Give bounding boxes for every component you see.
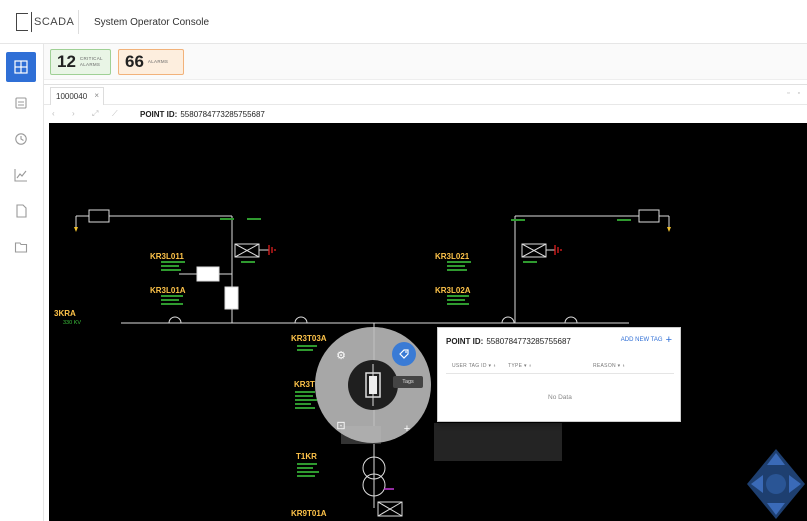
tags-tooltip: Tags <box>393 376 423 388</box>
sidebar-item-documents[interactable] <box>6 196 36 226</box>
settings-gear-icon[interactable]: ⚙ <box>333 347 349 363</box>
back-arrow-icon[interactable]: ‹ <box>52 109 55 118</box>
add-icon[interactable]: + <box>399 421 415 437</box>
col-header-type[interactable]: TYPE ▾ ⍖ <box>508 363 532 369</box>
sidebar-item-list[interactable] <box>6 88 36 118</box>
document-icon <box>16 204 27 218</box>
top-bar: SCADA System Operator Console <box>0 0 807 44</box>
label-kr3l02a[interactable]: KR3L02A <box>435 286 471 295</box>
sidebar-item-grid[interactable] <box>6 52 36 82</box>
col-header-user-tag[interactable]: USER TAG ID ▾ ⍖ <box>452 363 496 369</box>
console-title: System Operator Console <box>94 17 210 28</box>
label-3kra[interactable]: 3KRA <box>54 309 76 318</box>
alarms-count: 66 <box>125 52 144 71</box>
col-header-reason[interactable]: REASON ▾ ⍖ <box>593 363 625 369</box>
critical-alarms-badge[interactable]: 12 CRITICAL ALARMS <box>50 49 111 75</box>
plus-icon: + <box>665 334 672 346</box>
sidebar-item-folders[interactable] <box>6 232 36 262</box>
list-icon <box>15 97 27 109</box>
diagram-svg: KR3L011 KR3L01A KR3L021 KR3L02A 3KRA 330… <box>54 209 671 518</box>
sidebar-item-trends[interactable] <box>6 160 36 190</box>
one-line-diagram[interactable]: KR3L011 KR3L01A KR3L021 KR3L02A 3KRA 330… <box>49 123 807 521</box>
label-kr3l021[interactable]: KR3L021 <box>435 252 470 261</box>
alarms-badge[interactable]: 66 ALARMS <box>118 49 184 75</box>
forward-arrow-icon[interactable]: › <box>72 109 75 118</box>
brand-name: SCADA <box>34 16 75 28</box>
tab-close-icon[interactable]: × <box>94 91 99 100</box>
tab-row: 1000040 × ▫ ▫ <box>44 85 807 105</box>
pin-icon[interactable]: ⟋ <box>112 109 118 119</box>
breaker-preview-icon <box>365 364 381 406</box>
toolbar-point-id: POINT ID: 5580784773285755687 <box>140 110 265 119</box>
label-kr3t03a[interactable]: KR3T03A <box>291 334 327 343</box>
display-toolbar: ‹ › ⤢ ⟋ POINT ID: 5580784773285755687 <box>44 105 807 124</box>
lock-icon[interactable]: ⊡ <box>333 417 349 433</box>
sidebar <box>0 44 44 521</box>
pan-navigation-pad[interactable] <box>745 447 807 521</box>
tab-1000040[interactable]: 1000040 × <box>50 87 104 105</box>
tab-label: 1000040 <box>56 92 88 101</box>
label-kr3t[interactable]: KR3T <box>294 380 315 389</box>
sidebar-item-history[interactable] <box>6 124 36 154</box>
panel-window-controls[interactable]: ▫ ▫ <box>787 90 803 97</box>
popup-point-id: POINT ID: 5580784773285755687 <box>446 337 571 346</box>
tags-popup: POINT ID: 5580784773285755687 ADD NEW TAG… <box>437 327 681 422</box>
critical-alarms-count: 12 <box>57 52 76 71</box>
header-divider <box>78 10 79 34</box>
scada-logo-icon <box>16 13 28 31</box>
label-kr3l01a[interactable]: KR3L01A <box>150 286 186 295</box>
alarms-label: ALARMS <box>147 59 169 64</box>
popup-divider <box>446 373 674 374</box>
critical-alarms-label: CRITICAL ALARMS <box>79 56 103 67</box>
folder-icon <box>14 242 28 253</box>
label-kr3l011[interactable]: KR3L011 <box>150 252 184 261</box>
ground-symbols <box>268 245 562 255</box>
tags-button[interactable] <box>392 342 416 366</box>
grid-icon <box>14 60 28 74</box>
label-bus-kv: 330 KV <box>63 320 81 326</box>
label-kr9t01a[interactable]: KR9T01A <box>291 509 327 518</box>
tag-icon <box>399 349 409 359</box>
chart-icon <box>14 169 27 182</box>
add-new-tag-button[interactable]: ADD NEW TAG + <box>621 334 672 346</box>
fit-screen-icon[interactable]: ⤢ <box>92 109 98 119</box>
radial-menu-center <box>348 360 398 410</box>
history-icon <box>15 133 27 145</box>
no-data-message: No Data <box>548 394 572 401</box>
alarm-summary-bar: 12 CRITICAL ALARMS 66 ALARMS <box>44 44 807 80</box>
label-t1kr[interactable]: T1KR <box>296 452 317 461</box>
